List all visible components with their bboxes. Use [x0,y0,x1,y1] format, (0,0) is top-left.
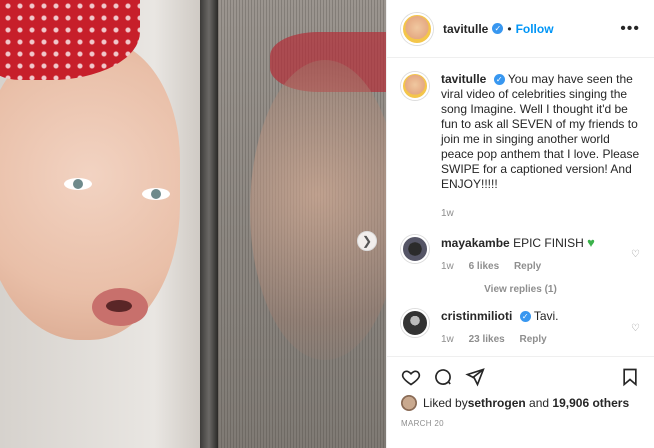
eye-right [142,188,170,200]
liked-by-others[interactable]: 19,906 others [552,396,629,410]
comment-icon[interactable] [433,367,453,387]
bookmark-icon[interactable] [620,367,640,387]
comments-list[interactable]: tavitulle ✓ You may have seen the viral … [387,58,654,355]
verified-icon: ✓ [493,74,505,86]
verified-icon: ✓ [519,311,531,323]
comment-item: cristinmilioti ✓ Tavi. 1w 23 likes Reply… [401,309,640,347]
view-replies-button[interactable]: View replies (1) [401,284,640,295]
commenter-avatar[interactable] [401,235,429,263]
author-username[interactable]: tavitulle [443,22,488,36]
comment-text: Tavi. [533,309,559,323]
like-comment-heart-icon[interactable]: ♡ [631,249,640,260]
window-frame [200,0,218,448]
liked-by: Liked by sethrogen and 19,906 others [401,395,640,411]
next-arrow-icon[interactable]: ❯ [357,231,377,251]
separator-dot: • [507,21,512,36]
post-side-panel: tavitulle ✓ • Follow ••• tavitulle ✓ You… [386,0,654,448]
reply-button[interactable]: Reply [520,334,547,345]
post-media: ❯ [0,0,386,448]
comment-age: 1w [441,334,454,345]
liked-by-prefix: Liked by [423,396,468,410]
post-header: tavitulle ✓ • Follow ••• [387,0,654,58]
caption-username[interactable]: tavitulle [441,72,486,86]
caption-age: 1w [441,208,454,219]
reply-button[interactable]: Reply [514,261,541,272]
liker-avatar [401,395,417,411]
like-comment-heart-icon[interactable]: ♡ [631,323,640,334]
comment-text: EPIC FINISH [513,236,584,250]
verified-icon: ✓ [492,23,504,34]
green-heart-emoji-icon: ♥ [587,235,595,250]
liked-by-and: and [525,396,553,410]
share-icon[interactable] [465,367,485,387]
follow-button[interactable]: Follow [516,22,554,36]
caption-avatar[interactable] [401,72,429,100]
heart-icon[interactable] [401,367,421,387]
post-actions: Liked by sethrogen and 19,906 others MAR… [387,356,654,448]
eye-left [64,178,92,190]
comment-likes[interactable]: 6 likes [469,261,500,272]
open-mouth [92,288,148,326]
comment-age: 1w [441,261,454,272]
comment-likes[interactable]: 23 likes [469,334,505,345]
commenter-avatar[interactable] [401,309,429,337]
caption-text: You may have seen the viral video of cel… [441,72,640,191]
comment-username[interactable]: cristinmilioti [441,309,512,323]
liked-by-user[interactable]: sethrogen [468,396,526,410]
post-date[interactable]: MARCH 20 [401,419,640,428]
author-avatar[interactable] [401,12,433,45]
caption-row: tavitulle ✓ You may have seen the viral … [401,72,640,221]
comment-item: mayakambe EPIC FINISH ♥ 1w 6 likes Reply… [401,235,640,274]
comment-username[interactable]: mayakambe [441,236,510,250]
more-options-icon[interactable]: ••• [620,20,640,38]
